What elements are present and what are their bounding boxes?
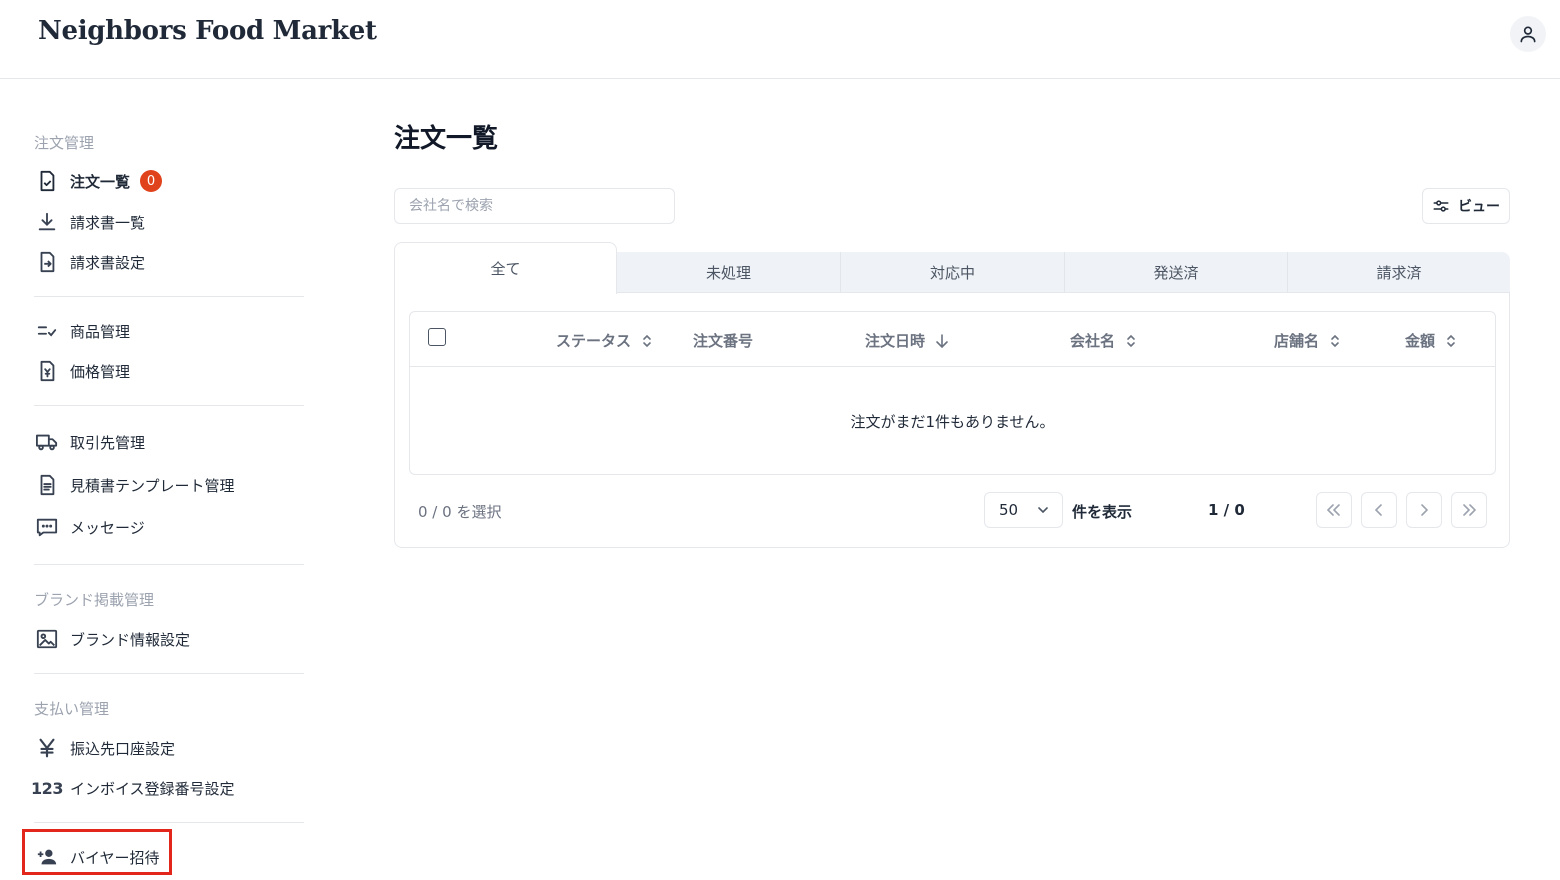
chevron-down-icon [1038, 507, 1048, 514]
file-yen-icon [34, 358, 60, 384]
tab-divider [616, 292, 1510, 293]
sidebar-divider [34, 296, 304, 297]
sidebar-item-label: 請求書設定 [70, 253, 146, 272]
tab-all[interactable]: 全て [394, 242, 617, 294]
column-order-number: 注文番号 [693, 332, 754, 350]
chevron-left-icon [1374, 504, 1382, 516]
message-icon [34, 514, 60, 540]
app-header: Neighbors Food Market [0, 0, 1560, 79]
chevrons-left-icon [1326, 504, 1340, 516]
sort-icon [1447, 334, 1455, 347]
sidebar-item-orders[interactable]: 注文一覧 0 [34, 167, 163, 195]
page-size-value: 50 [999, 501, 1019, 519]
sidebar-item-label: 商品管理 [70, 322, 131, 341]
column-store[interactable]: 店舗名 [1274, 330, 1341, 351]
table-header: ステータス 注文番号 注文日時 会社名 店舗名 金額 [410, 312, 1495, 367]
yen-icon [34, 735, 60, 761]
sliders-icon [1433, 200, 1449, 212]
sidebar-item-invoice-settings[interactable]: 請求書設定 [34, 248, 145, 276]
column-company[interactable]: 会社名 [1070, 330, 1137, 351]
section-title-orders: 注文管理 [34, 134, 95, 152]
sidebar-item-invoice-number[interactable]: 123 インボイス登録番号設定 [31, 774, 235, 802]
list-check-icon [34, 318, 60, 344]
image-icon [34, 626, 60, 652]
chevron-right-icon [1421, 504, 1429, 516]
sort-icon [1127, 334, 1135, 347]
view-button-label: ビュー [1458, 199, 1500, 215]
chevrons-right-icon [1463, 504, 1477, 516]
file-arrow-icon [34, 249, 60, 275]
file-check-icon [34, 168, 60, 194]
status-tabs: 全て 未処理 対応中 発送済 請求済 [394, 242, 1510, 294]
account-button[interactable] [1510, 16, 1546, 52]
truck-icon [34, 429, 60, 455]
sidebar-item-products[interactable]: 商品管理 [34, 317, 130, 345]
sidebar-item-prices[interactable]: 価格管理 [34, 357, 130, 385]
user-icon [1520, 26, 1536, 43]
sidebar-item-label: インボイス登録番号設定 [70, 779, 235, 798]
section-title-payment: 支払い管理 [34, 700, 110, 718]
view-button[interactable]: ビュー [1422, 188, 1510, 224]
numbers-icon: 123 [31, 778, 63, 798]
page-indicator: 1 / 0 [1208, 501, 1245, 519]
sidebar-divider [34, 405, 304, 406]
tab-unprocessed[interactable]: 未処理 [616, 252, 840, 293]
sidebar-item-label: 見積書テンプレート管理 [70, 476, 235, 495]
highlight-box [22, 829, 172, 875]
orders-table: ステータス 注文番号 注文日時 会社名 店舗名 金額 注文がまだ1件もありません… [409, 311, 1496, 475]
sidebar-item-label: 価格管理 [70, 362, 131, 381]
page-size-select[interactable]: 50 [984, 492, 1063, 528]
download-icon [34, 209, 60, 235]
sidebar-item-label: メッセージ [70, 518, 145, 537]
tab-in-progress[interactable]: 対応中 [840, 252, 1064, 293]
document-icon [34, 472, 60, 498]
page-title: 注文一覧 [394, 124, 499, 154]
per-page-label: 件を表示 [1072, 503, 1133, 521]
sidebar-item-label: ブランド情報設定 [70, 630, 191, 649]
sidebar-item-partners[interactable]: 取引先管理 [34, 428, 145, 456]
search-input[interactable] [394, 188, 675, 224]
first-page-button[interactable] [1316, 492, 1352, 528]
sidebar-divider [34, 564, 304, 565]
sidebar-item-bank-account[interactable]: 振込先口座設定 [34, 734, 175, 762]
section-title-brand: ブランド掲載管理 [34, 591, 155, 609]
order-count-badge: 0 [140, 170, 163, 192]
sidebar-item-label: 請求書一覧 [70, 213, 146, 232]
next-page-button[interactable] [1406, 492, 1442, 528]
sidebar-divider [34, 673, 304, 674]
sidebar-item-messages[interactable]: メッセージ [34, 513, 145, 541]
sidebar-item-brand-info[interactable]: ブランド情報設定 [34, 625, 190, 653]
select-all-checkbox[interactable] [428, 328, 446, 346]
sort-icon [1331, 334, 1339, 347]
sort-desc-icon [936, 333, 948, 348]
sidebar-item-invoices[interactable]: 請求書一覧 [34, 208, 145, 236]
column-order-date[interactable]: 注文日時 [865, 330, 949, 351]
sidebar-item-quote-templates[interactable]: 見積書テンプレート管理 [34, 471, 235, 499]
sidebar-item-label: 取引先管理 [70, 433, 146, 452]
sidebar-item-label: 振込先口座設定 [70, 739, 176, 758]
empty-message: 注文がまだ1件もありません。 [850, 413, 1055, 431]
selection-count: 0 / 0 を選択 [418, 503, 502, 521]
app-logo[interactable]: Neighbors Food Market [38, 16, 377, 46]
tab-shipped[interactable]: 発送済 [1064, 252, 1287, 293]
column-amount[interactable]: 金額 [1405, 330, 1457, 351]
tab-invoiced[interactable]: 請求済 [1287, 252, 1510, 293]
prev-page-button[interactable] [1361, 492, 1397, 528]
sidebar-item-label: 注文一覧 [70, 172, 131, 191]
last-page-button[interactable] [1451, 492, 1487, 528]
sidebar-divider [34, 822, 304, 823]
column-status[interactable]: ステータス [556, 330, 653, 351]
sort-icon [643, 334, 651, 347]
